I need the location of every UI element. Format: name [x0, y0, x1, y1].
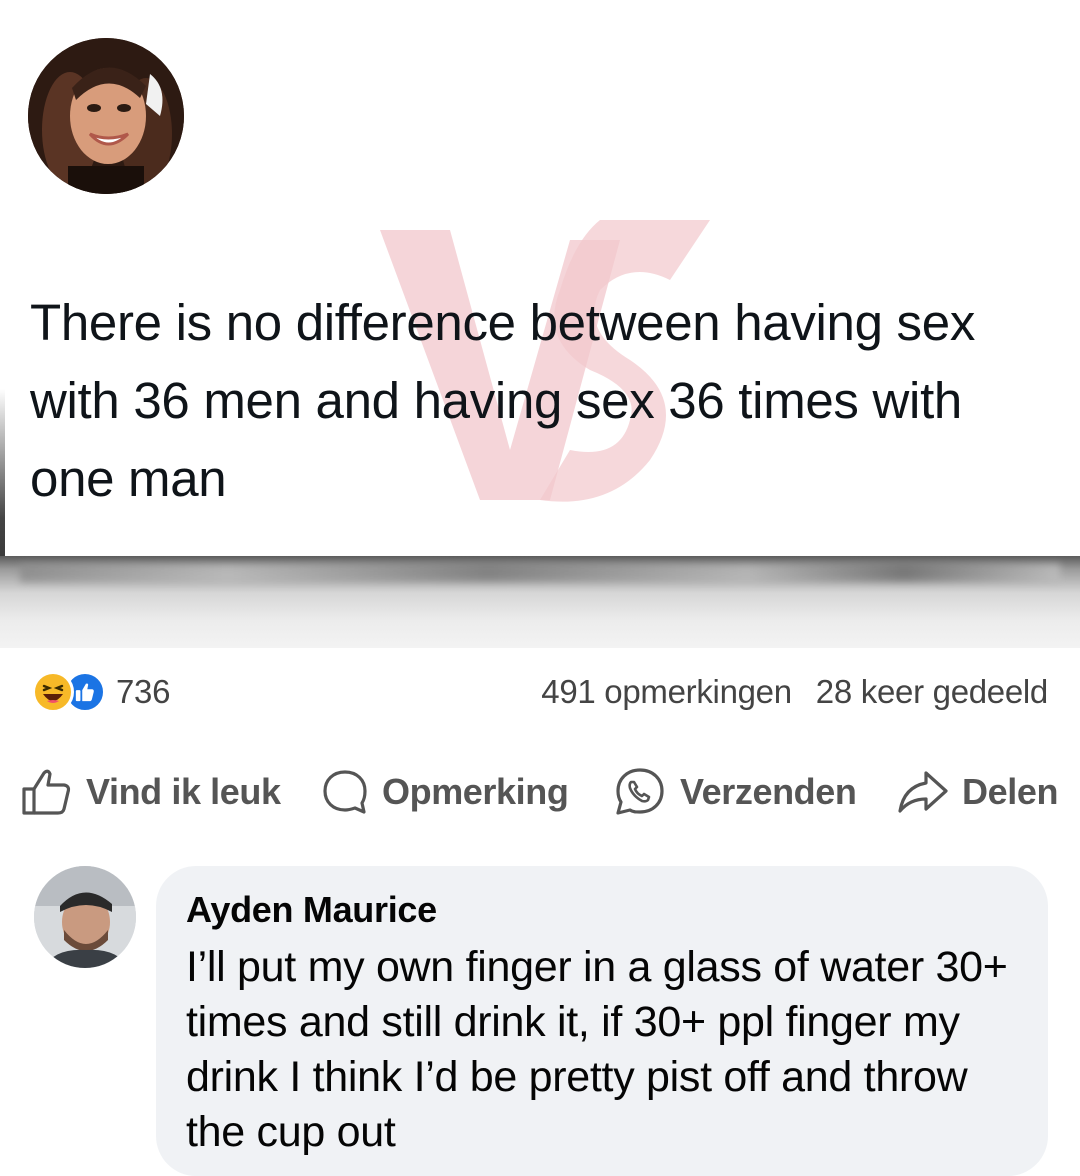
tweet-text: There is no difference between having se… [30, 294, 976, 507]
embedded-tweet-image: There is no difference between having se… [0, 0, 1080, 648]
like-button[interactable]: Vind ik leuk [20, 752, 281, 832]
comment-bubble: Ayden Maurice I’ll put my own finger in … [156, 866, 1048, 1176]
tweet-author-avatar [28, 38, 184, 194]
comment-button-label: Opmerking [382, 771, 569, 812]
thumbs-up-outline-icon [22, 769, 71, 815]
share-count-link[interactable]: 28 keer gedeeld [816, 673, 1049, 711]
post-stats-row: 736 491 opmerkingen 28 keer gedeeld [0, 648, 1080, 738]
comment-author-avatar[interactable] [34, 866, 136, 968]
image-edge-shadow [0, 0, 5, 648]
comment-text: I’ll put my own finger in a glass of wat… [186, 943, 1008, 1156]
comment-button[interactable]: Opmerking [320, 752, 569, 832]
share-arrow-icon [898, 771, 948, 813]
whatsapp-icon [616, 768, 664, 815]
image-bottom-fade [0, 556, 1080, 648]
like-button-label: Vind ik leuk [86, 771, 281, 812]
comment-author-name[interactable]: Ayden Maurice [186, 886, 1018, 934]
speech-bubble-icon [323, 770, 367, 814]
reaction-count: 736 [116, 673, 171, 710]
send-button[interactable]: Verzenden [612, 752, 857, 832]
reactions-summary[interactable]: 736 [32, 670, 170, 714]
comment-count-link[interactable]: 491 opmerkingen [541, 673, 792, 711]
share-button-label: Delen [962, 771, 1059, 812]
send-button-label: Verzenden [680, 771, 857, 812]
laughing-face-icon [32, 671, 74, 713]
share-button[interactable]: Delen [896, 752, 1058, 832]
post-action-bar: Vind ik leuk Opmerking Verzenden Delen [0, 752, 1080, 832]
